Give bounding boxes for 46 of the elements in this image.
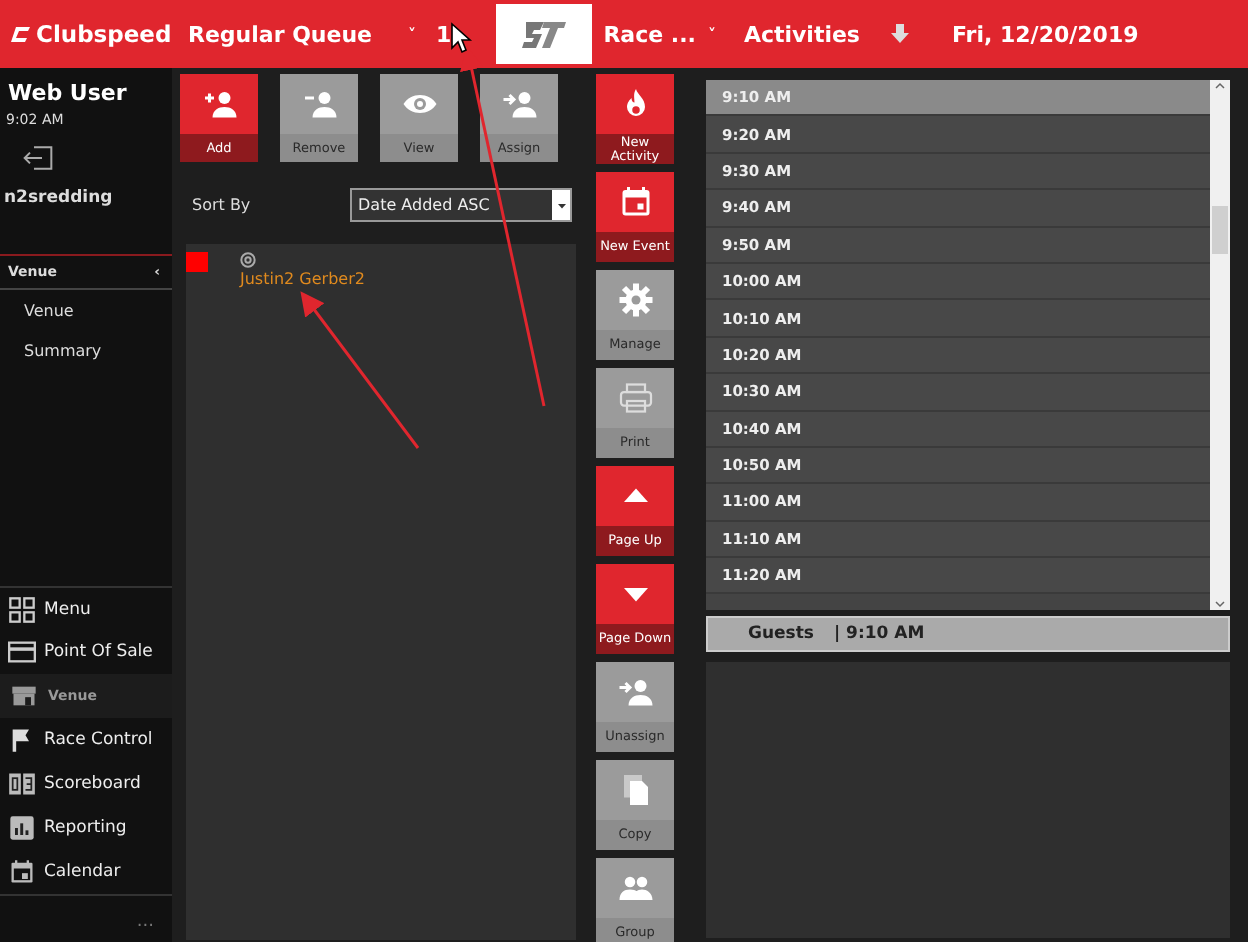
gear-icon: [617, 282, 653, 318]
queue-name[interactable]: Regular Queue: [188, 21, 373, 47]
nav-item[interactable]: Race Control: [0, 718, 172, 762]
more-button[interactable]: ...: [136, 912, 154, 932]
add-person-icon: [201, 86, 237, 122]
account-name: n2sredding: [2, 186, 115, 208]
remove-person-icon: [301, 86, 337, 122]
dropdown-caret[interactable]: ˅: [408, 25, 417, 43]
credit-card-icon: [8, 638, 36, 666]
queue-count: 1: [436, 21, 452, 47]
scroll-down-icon: [1214, 598, 1226, 610]
assign-person-icon: [617, 674, 653, 710]
nav-item[interactable]: Scoreboard: [0, 762, 172, 806]
sort-label: Sort By: [192, 196, 251, 214]
calendar-icon: [8, 858, 36, 886]
assign-person-icon: [501, 86, 537, 122]
scrollbar[interactable]: [1210, 80, 1230, 610]
nav-item[interactable]: Point Of Sale: [0, 630, 172, 674]
mouse-pointer-icon: [451, 22, 473, 54]
brand-name: Clubspeed: [36, 20, 172, 48]
user-name: Web User: [6, 78, 129, 106]
calendar-icon: [617, 184, 653, 220]
down-arrow-icon: [887, 22, 912, 46]
grid-icon: [8, 595, 36, 623]
scroll-up-icon: [1214, 80, 1226, 92]
storefront-icon: [8, 682, 40, 710]
bar-chart-icon: [8, 814, 36, 842]
scrollbar-thumb[interactable]: [1212, 206, 1228, 254]
scoreboard-icon: [8, 770, 36, 798]
submenu-item[interactable]: Venue: [0, 290, 172, 330]
submenu-item[interactable]: Summary: [0, 330, 172, 370]
printer-icon: [617, 380, 653, 416]
sort-dropdown[interactable]: Date Added ASC: [350, 188, 572, 222]
guest-name[interactable]: Justin2 Gerber2: [240, 270, 365, 288]
target-icon: [240, 252, 256, 268]
activities-label[interactable]: Activities: [743, 21, 860, 47]
swoosh-icon: [8, 22, 32, 46]
caret-icon: [555, 199, 567, 211]
dropdown-caret[interactable]: ˅: [707, 25, 716, 43]
guests-time: | 9:10 AM: [833, 624, 925, 644]
guests-label: Guests: [748, 624, 814, 644]
nav-item[interactable]: Menu: [0, 586, 172, 630]
nav-item[interactable]: Calendar: [0, 850, 172, 894]
race-name[interactable]: Race ...: [603, 21, 696, 47]
date-label[interactable]: Fri, 12/20/2019: [951, 21, 1139, 47]
nav-item[interactable]: Reporting: [0, 806, 172, 850]
